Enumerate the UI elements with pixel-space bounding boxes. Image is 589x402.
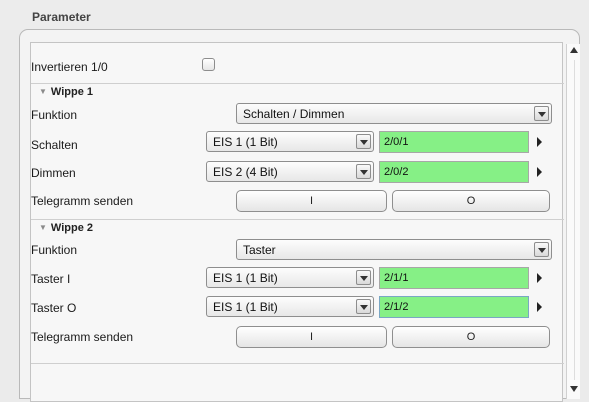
wippe2-taster-i-address[interactable]: 2/1/1	[379, 267, 529, 289]
wippe1-schalten-eis-value: EIS 1 (1 Bit)	[213, 135, 278, 149]
invert-label: Invertieren 1/0	[31, 60, 108, 74]
divider	[31, 363, 564, 364]
divider	[31, 83, 564, 84]
wippe2-taster-o-label: Taster O	[31, 301, 77, 315]
wippe1-title: Wippe 1	[50, 86, 93, 98]
wippe2-taster-i-eis-select[interactable]: EIS 1 (1 Bit)	[206, 267, 374, 288]
wippe1-send-i-button[interactable]: I	[236, 190, 387, 212]
wippe1-dimmen-label: Dimmen	[31, 166, 76, 180]
wippe1-send-o-button[interactable]: O	[392, 190, 550, 212]
wippe1-funktion-value: Schalten / Dimmen	[243, 107, 345, 121]
wippe2-send-o-button[interactable]: O	[392, 326, 550, 348]
vertical-scrollbar[interactable]	[566, 44, 580, 399]
invert-checkbox[interactable]	[202, 58, 215, 71]
chevron-down-icon	[356, 134, 371, 149]
wippe2-taster-i-label: Taster I	[31, 272, 71, 286]
wippe1-schalten-address[interactable]: 2/0/1	[379, 131, 529, 153]
triangle-down-icon: ▼	[39, 223, 47, 232]
wippe1-schalten-label: Schalten	[31, 138, 78, 152]
wippe1-section-header[interactable]: ▼ Wippe 1	[39, 86, 93, 98]
chevron-down-icon	[356, 299, 371, 314]
wippe1-telegramm-label: Telegramm senden	[31, 194, 134, 208]
wippe1-funktion-label: Funktion	[31, 108, 78, 122]
wippe1-dimmen-eis-value: EIS 2 (4 Bit)	[213, 165, 278, 179]
chevron-down-icon	[356, 270, 371, 285]
wippe2-section-header[interactable]: ▼ Wippe 2	[39, 222, 93, 234]
divider	[31, 219, 564, 220]
wippe2-taster-o-eis-value: EIS 1 (1 Bit)	[213, 300, 278, 314]
panel-title: Parameter	[32, 10, 91, 24]
chevron-down-icon	[534, 242, 549, 257]
wippe1-dimmen-address-value: 2/0/2	[384, 166, 409, 178]
wippe2-funktion-label: Funktion	[31, 243, 78, 257]
wippe1-dimmen-address[interactable]: 2/0/2	[379, 161, 529, 183]
wippe1-dimmen-eis-select[interactable]: EIS 2 (4 Bit)	[206, 161, 374, 182]
chevron-down-icon	[534, 106, 549, 121]
triangle-right-icon[interactable]	[534, 137, 544, 149]
wippe2-title: Wippe 2	[50, 222, 93, 234]
triangle-down-icon: ▼	[39, 87, 47, 96]
scroll-track[interactable]	[574, 60, 575, 380]
wippe2-taster-o-eis-select[interactable]: EIS 1 (1 Bit)	[206, 296, 374, 317]
wippe1-schalten-eis-select[interactable]: EIS 1 (1 Bit)	[206, 131, 374, 152]
scroll-up-icon[interactable]	[569, 46, 579, 56]
chevron-down-icon	[356, 164, 371, 179]
parameter-header: Parameter	[0, 0, 589, 30]
wippe2-funktion-value: Taster	[243, 243, 276, 257]
triangle-right-icon[interactable]	[534, 302, 544, 314]
wippe2-taster-o-address[interactable]: 2/1/2	[379, 296, 529, 318]
wippe1-schalten-address-value: 2/0/1	[384, 136, 409, 148]
wippe2-telegramm-label: Telegramm senden	[31, 330, 134, 344]
wippe2-taster-i-eis-value: EIS 1 (1 Bit)	[213, 271, 278, 285]
wippe2-taster-o-address-value: 2/1/2	[384, 301, 409, 313]
wippe2-send-i-button[interactable]: I	[236, 326, 387, 348]
parameter-panel: Invertieren 1/0 ▼ Wippe 1 Funktion Schalt…	[19, 29, 580, 402]
scroll-down-icon[interactable]	[569, 384, 579, 394]
parameter-list: Invertieren 1/0 ▼ Wippe 1 Funktion Schalt…	[30, 42, 564, 402]
wippe2-funktion-select[interactable]: Taster	[236, 239, 552, 260]
wippe2-taster-i-address-value: 2/1/1	[384, 272, 409, 284]
wippe1-funktion-select[interactable]: Schalten / Dimmen	[236, 103, 552, 124]
triangle-right-icon[interactable]	[534, 273, 544, 285]
triangle-right-icon[interactable]	[534, 167, 544, 179]
